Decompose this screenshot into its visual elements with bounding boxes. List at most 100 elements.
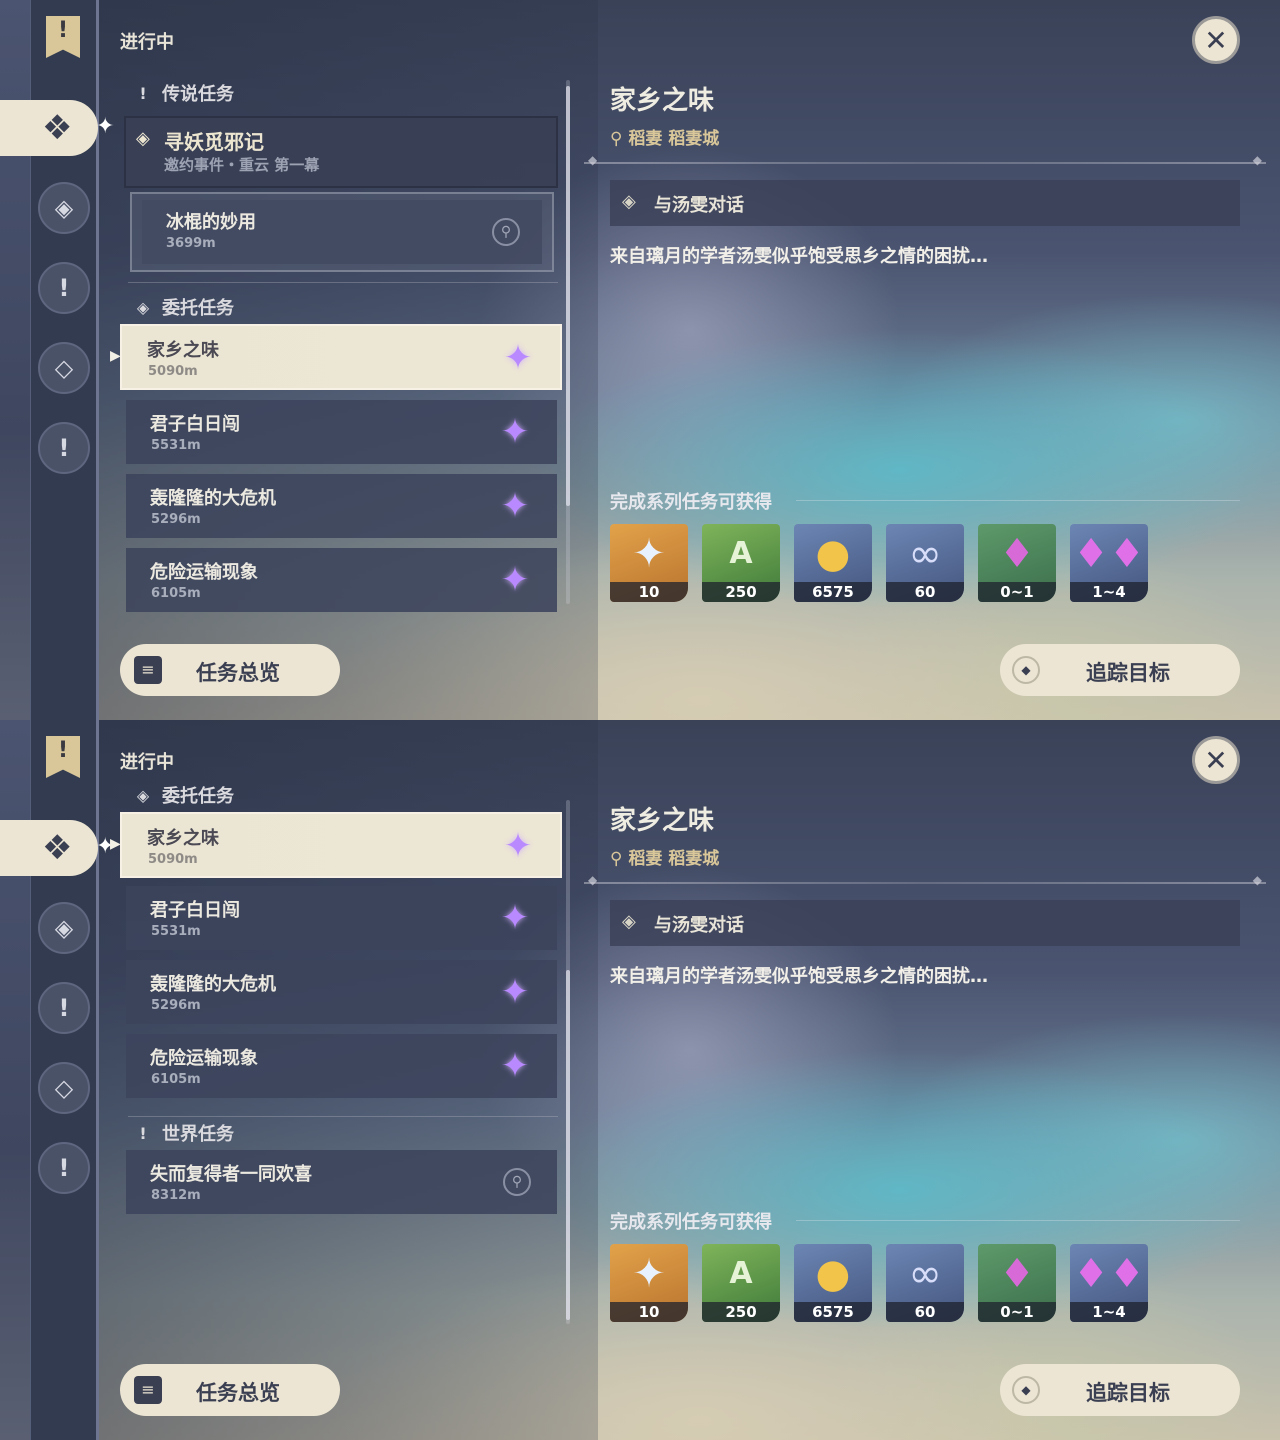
tab-world-quests[interactable]: ! <box>38 982 90 1034</box>
commission-quest-icon: ✦ <box>500 412 530 452</box>
legend-quest-subtitle: 邀约事件・重云 第一幕 <box>164 156 320 174</box>
objective-diamond-icon: ◈ <box>622 191 636 212</box>
close-button[interactable]: ✕ <box>1192 16 1240 64</box>
primogem-icon: ✦ <box>632 531 666 577</box>
quest-name: 家乡之味 <box>147 340 219 361</box>
list-item[interactable]: 危险运输现象 6105m ✦ <box>126 548 557 612</box>
divider <box>584 153 1266 167</box>
tab-all-quests[interactable]: ❖ ✦ <box>0 820 114 876</box>
world-quest-icon: ! <box>58 994 70 1022</box>
list-item[interactable]: 轰隆隆的大危机 5296m ✦ <box>126 474 557 538</box>
rewards-row: ✦ 10 A 250 ● 6575 ∞ 60 ♦ 0~1 ♦♦ 1~4 <box>610 524 1148 602</box>
quest-name: 家乡之味 <box>147 828 219 849</box>
quest-title: 家乡之味 <box>610 86 715 116</box>
quest-distance: 5090m <box>148 364 198 379</box>
active-star-icon: ✦ <box>96 114 115 139</box>
rewards-header: 完成系列任务可获得 <box>610 492 772 513</box>
reward-primogem[interactable]: ✦ 10 <box>610 1244 688 1322</box>
quest-distance: 5531m <box>151 924 201 939</box>
map-pin-icon[interactable]: ⚲ <box>503 1168 531 1196</box>
quest-name: 失而复得者一同欢喜 <box>150 1164 312 1185</box>
crystal-chunk-icon: ♦ <box>999 531 1035 577</box>
list-scroll-thumb[interactable] <box>566 970 570 1320</box>
close-button[interactable]: ✕ <box>1192 736 1240 784</box>
quest-distance: 8312m <box>151 1188 201 1203</box>
reward-adventure-exp[interactable]: A 250 <box>702 524 780 602</box>
legend-diamond-icon: ◈ <box>136 128 150 149</box>
tab-all-quests[interactable]: ❖ ✦ <box>0 100 114 156</box>
adventure-exp-icon: A <box>729 1256 753 1291</box>
reward-mora[interactable]: ● 6575 <box>794 524 872 602</box>
list-item[interactable]: 危险运输现象 6105m ✦ <box>126 1034 557 1098</box>
reward-primogem[interactable]: ✦ 10 <box>610 524 688 602</box>
primogem-icon: ✦ <box>632 1251 666 1297</box>
reward-crystal-chunk[interactable]: ♦ 0~1 <box>978 1244 1056 1322</box>
quest-name: 危险运输现象 <box>150 562 258 583</box>
quest-screen-top: ! ❖ ✦ ◈ ! ◇ ! 进行中 ! 传说任务 ◈ 寻妖觅邪记 邀约事件・重云… <box>0 0 1280 720</box>
category-rail: ! ❖ ✦ ◈ ! ◇ ! <box>0 0 114 720</box>
commission-category-icon: ◈ <box>136 785 150 805</box>
list-scroll-thumb[interactable] <box>566 86 570 506</box>
crystal-cluster-icon: ♦♦ <box>1073 531 1145 577</box>
overview-book-icon: ≡ <box>134 656 162 684</box>
tab-event-quests[interactable]: ! <box>38 422 90 474</box>
reward-crystal-cluster[interactable]: ♦♦ 1~4 <box>1070 524 1148 602</box>
list-item[interactable]: 君子白日闯 5531m ✦ <box>126 400 557 464</box>
quest-distance: 5090m <box>148 852 198 867</box>
commission-quest-icon: ✦ <box>503 826 533 866</box>
reward-companionship-exp[interactable]: ∞ 60 <box>886 524 964 602</box>
commission-quest-icon: ✦ <box>503 338 533 378</box>
all-quests-icon: ❖ <box>42 828 73 868</box>
list-item[interactable]: 轰隆隆的大危机 5296m ✦ <box>126 960 557 1024</box>
tab-world-quests[interactable]: ! <box>38 262 90 314</box>
category-commission-header: ◈ 委托任务 <box>132 294 234 320</box>
list-item[interactable]: 失而复得者一同欢喜 8312m ⚲ <box>126 1150 557 1214</box>
quest-distance: 5296m <box>151 512 201 527</box>
tab-legend-quests[interactable]: ◈ <box>38 182 90 234</box>
quest-location: ⚲ 稻妻 稻妻城 <box>610 849 720 869</box>
divider <box>584 873 1266 887</box>
all-quests-icon: ❖ <box>42 108 73 148</box>
section-label: 进行中 <box>120 32 174 53</box>
commission-quest-icon: ✦ <box>500 1046 530 1086</box>
reward-mora[interactable]: ● 6575 <box>794 1244 872 1322</box>
world-category-icon: ! <box>139 1123 147 1143</box>
reward-adventure-exp[interactable]: A 250 <box>702 1244 780 1322</box>
quest-name: 冰棍的妙用 <box>166 212 256 233</box>
category-legend-header: ! 传说任务 <box>132 80 234 106</box>
track-objective-button[interactable]: ◆ 追踪目标 <box>1000 644 1240 696</box>
quest-name: 君子白日闯 <box>150 900 240 921</box>
rewards-row: ✦ 10 A 250 ● 6575 ∞ 60 ♦ 0~1 ♦♦ 1~4 <box>610 1244 1148 1322</box>
commission-category-icon: ◈ <box>136 297 150 317</box>
legend-quest-name: 寻妖觅邪记 <box>164 130 264 154</box>
event-quest-icon: ! <box>58 434 70 462</box>
list-item[interactable]: 君子白日闯 5531m ✦ <box>126 886 557 950</box>
category-rail: ! ❖ ✦ ◈ ! ◇ ! <box>0 720 114 1440</box>
legend-subquest[interactable]: 冰棍的妙用 3699m ⚲ <box>130 192 554 272</box>
quest-distance: 5296m <box>151 998 201 1013</box>
map-pin-icon[interactable]: ⚲ <box>492 218 520 246</box>
quest-overview-button[interactable]: ≡ 任务总览 <box>120 1364 340 1416</box>
quest-description: 来自璃月的学者汤雯似乎饱受思乡之情的困扰… <box>610 246 988 267</box>
tab-legend-quests[interactable]: ◈ <box>38 902 90 954</box>
reward-crystal-chunk[interactable]: ♦ 0~1 <box>978 524 1056 602</box>
legend-quest-group[interactable]: ◈ 寻妖觅邪记 邀约事件・重云 第一幕 <box>124 116 558 188</box>
tab-event-quests[interactable]: ! <box>38 1142 90 1194</box>
companionship-exp-icon: ∞ <box>908 1251 942 1297</box>
list-item[interactable]: 家乡之味 5090m ✦ <box>120 324 562 390</box>
quest-location: ⚲ 稻妻 稻妻城 <box>610 129 720 149</box>
close-icon: ✕ <box>1204 743 1228 777</box>
mora-icon: ● <box>815 531 851 577</box>
world-quest-icon: ! <box>58 274 70 302</box>
commission-quest-icon: ✦ <box>500 898 530 938</box>
tab-commissions[interactable]: ◇ <box>38 1062 90 1114</box>
list-item[interactable]: 家乡之味 5090m ✦ <box>120 812 562 878</box>
category-world-header: ! 世界任务 <box>132 1120 234 1146</box>
legend-quest-icon: ◈ <box>54 914 74 942</box>
quest-overview-button[interactable]: ≡ 任务总览 <box>120 644 340 696</box>
reward-crystal-cluster[interactable]: ♦♦ 1~4 <box>1070 1244 1148 1322</box>
quest-name: 轰隆隆的大危机 <box>150 974 276 995</box>
tab-commissions[interactable]: ◇ <box>38 342 90 394</box>
track-objective-button[interactable]: ◆ 追踪目标 <box>1000 1364 1240 1416</box>
reward-companionship-exp[interactable]: ∞ 60 <box>886 1244 964 1322</box>
